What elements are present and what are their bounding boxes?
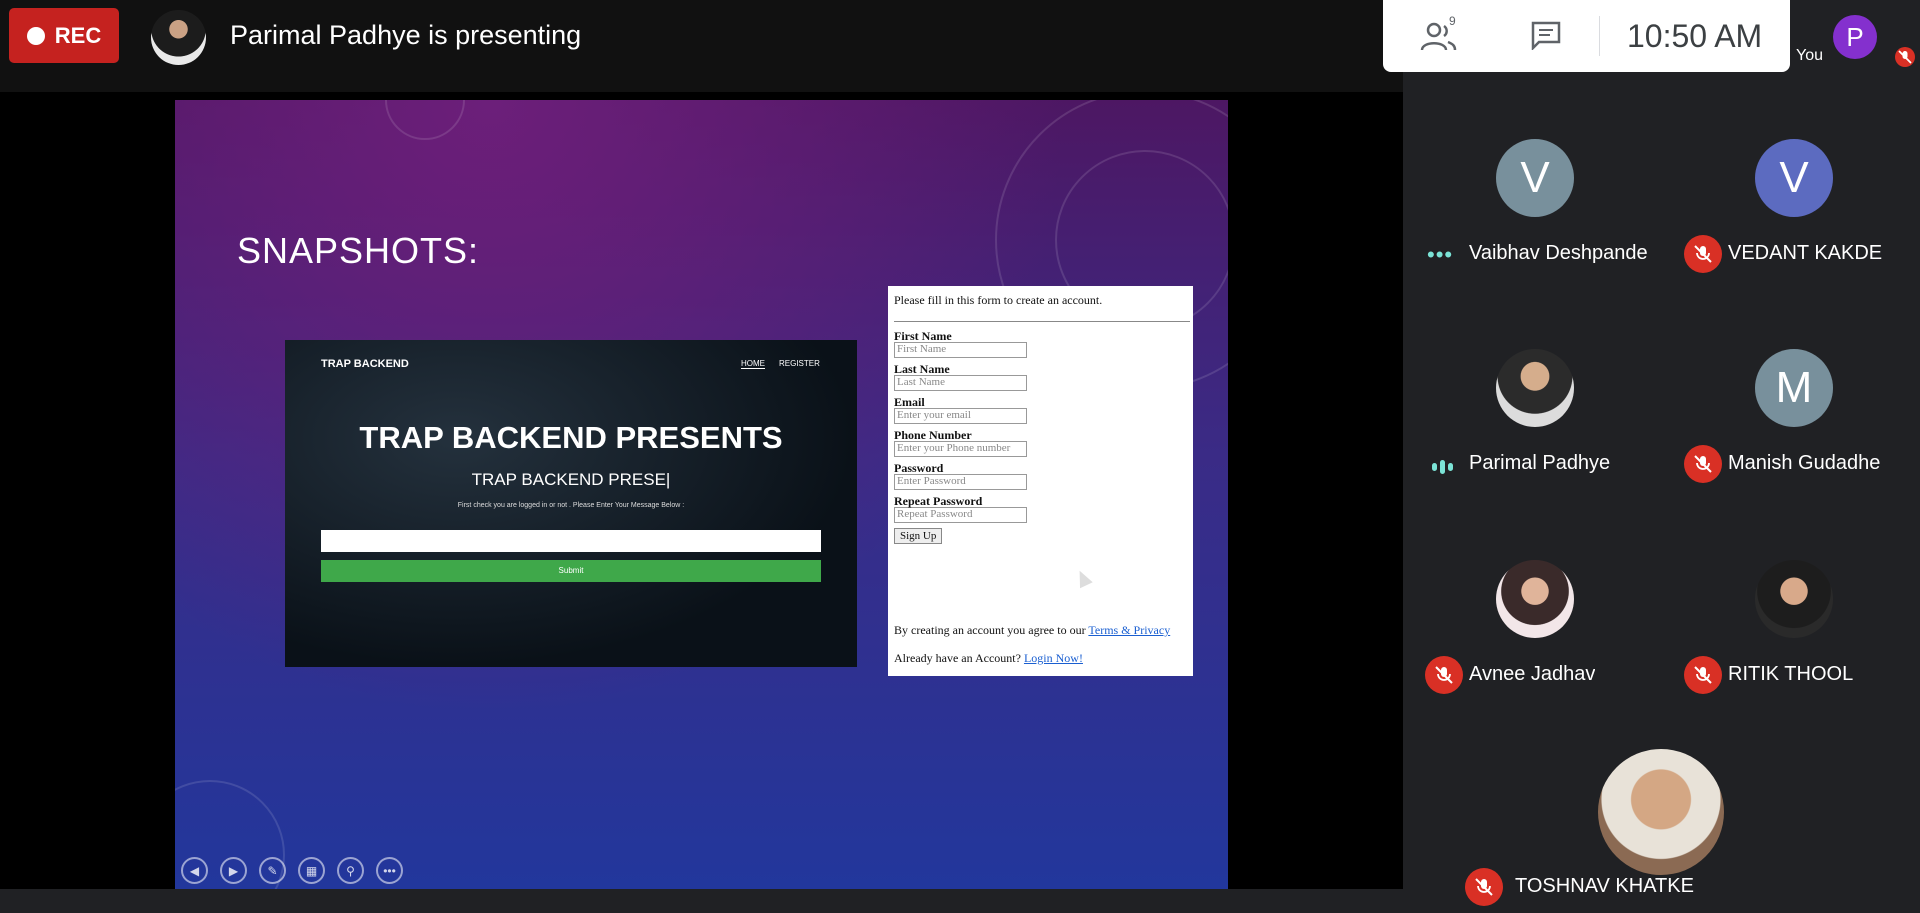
slide-title: SNAPSHOTS: — [237, 230, 480, 271]
next-slide-icon[interactable]: ▶ — [220, 857, 247, 884]
participant-name: TOSHNAV KHATKE — [1515, 875, 1694, 897]
login-link: Login Now! — [1023, 651, 1083, 665]
participant-photo — [1496, 560, 1574, 638]
terms-line: By creating an account you agree to our … — [894, 623, 1170, 638]
form-field-password: Password Enter Password — [894, 461, 1027, 490]
field-input: Repeat Password — [894, 507, 1027, 523]
participant-avatar: V — [1755, 139, 1833, 217]
previous-slide-icon[interactable]: ◀ — [181, 857, 208, 884]
self-label: You — [1796, 47, 1823, 64]
chat-icon[interactable] — [1530, 20, 1562, 50]
participant-name: Avnee Jadhav — [1469, 663, 1596, 685]
mic-off-icon — [1465, 868, 1503, 906]
form-divider — [894, 321, 1190, 322]
field-label: First Name — [894, 329, 952, 343]
shot1-nav-register: REGISTER — [779, 359, 820, 368]
participant-avatar: V — [1496, 139, 1574, 217]
people-count: 9 — [1449, 14, 1456, 28]
field-label: Email — [894, 395, 925, 409]
presenting-text: Parimal Padhye is presenting — [230, 20, 582, 50]
shot1-heading: TRAP BACKEND PRESENTS — [359, 420, 783, 455]
meeting-clock: 10:50 AM — [1627, 18, 1763, 54]
slide-grid-icon[interactable]: ▦ — [298, 857, 325, 884]
participant-tile[interactable]: Parimal Padhye — [1405, 302, 1665, 512]
participant-tile[interactable]: RITIK THOOL — [1664, 513, 1920, 723]
participant-name: Vaibhav Deshpande — [1469, 242, 1648, 264]
slide-controls: ◀ ▶ ✎ ▦ ⚲ ••• — [181, 857, 403, 884]
form-field-first-name: First Name First Name — [894, 329, 1027, 358]
participant-tile[interactable]: Avnee Jadhav — [1405, 513, 1665, 723]
participant-tile[interactable]: TOSHNAV KHATKE — [1453, 705, 1869, 913]
participant-photo — [1755, 560, 1833, 638]
form-field-last-name: Last Name Last Name — [894, 362, 1027, 391]
participant-name: Parimal Padhye — [1469, 452, 1611, 474]
participant-name: VEDANT KAKDE — [1728, 242, 1883, 264]
zoom-icon[interactable]: ⚲ — [337, 857, 364, 884]
participant-tile[interactable]: V VEDANT KAKDE — [1664, 92, 1920, 302]
pen-icon[interactable]: ✎ — [259, 857, 286, 884]
field-label: Repeat Password — [894, 494, 983, 508]
mic-off-icon — [1684, 235, 1722, 273]
participant-name: Manish Gudadhe — [1728, 452, 1881, 474]
recording-button[interactable]: REC — [9, 8, 119, 63]
mic-off-icon — [1895, 47, 1915, 67]
snapshot-signup-form: Please fill in this form to create an ac… — [888, 286, 1193, 676]
participant-photo — [1496, 349, 1574, 427]
mic-off-icon — [1684, 656, 1722, 694]
terms-text: By creating an account you agree to our — [894, 623, 1086, 637]
meeting-info-panel: 9 10:50 AM — [1383, 0, 1790, 72]
record-dot-icon — [26, 26, 45, 45]
login-line: Already have an Account? Login Now! — [894, 651, 1083, 666]
terms-link: Terms & Privacy — [1088, 623, 1171, 637]
presenter-avatar — [151, 10, 206, 65]
participant-avatar: M — [1755, 349, 1833, 427]
speaking-dots-icon: ••• — [1427, 242, 1454, 267]
snapshot-home-page: TRAP BACKEND HOME REGISTER TRAP BACKEND … — [285, 340, 857, 667]
form-field-email: Email Enter your email — [894, 395, 1027, 424]
form-field-repeat-password: Repeat Password Repeat Password — [894, 494, 1027, 523]
self-tile[interactable]: P You — [1790, 0, 1920, 72]
self-avatar: P — [1833, 15, 1877, 59]
participant-tile[interactable]: M Manish Gudadhe — [1664, 302, 1920, 512]
participant-photo — [1598, 749, 1724, 875]
field-label: Password — [894, 461, 944, 475]
field-input: Last Name — [894, 375, 1027, 391]
rec-label: REC — [54, 22, 102, 48]
more-options-icon[interactable]: ••• — [376, 857, 403, 884]
divider — [1599, 16, 1600, 56]
shot1-subheading: TRAP BACKEND PRESE| — [471, 470, 671, 489]
shot1-note: First check you are logged in or not . P… — [457, 502, 685, 509]
shot1-submit-button: Submit — [321, 560, 821, 582]
form-field-phone: Phone Number Enter your Phone number — [894, 428, 1027, 457]
meeting-top-bar: REC Parimal Padhye is presenting — [0, 0, 1403, 92]
field-label: Last Name — [894, 362, 950, 376]
login-text: Already have an Account? — [894, 651, 1021, 665]
field-label: Phone Number — [894, 428, 972, 442]
presentation-slide: SNAPSHOTS: TRAP BACKEND HOME REGISTER TR… — [175, 100, 1228, 889]
participant-name: RITIK THOOL — [1728, 663, 1854, 685]
shot1-brand: TRAP BACKEND — [321, 358, 409, 370]
field-input: Enter your Phone number — [894, 441, 1027, 457]
speaking-bars-icon — [1432, 460, 1453, 474]
shot1-message-input — [321, 530, 821, 552]
mic-off-icon — [1684, 445, 1722, 483]
mic-off-icon — [1425, 656, 1463, 694]
field-input: First Name — [894, 342, 1027, 358]
participant-tile[interactable]: V ••• Vaibhav Deshpande — [1405, 92, 1665, 302]
decor-ring — [385, 100, 465, 140]
form-intro: Please fill in this form to create an ac… — [894, 293, 1103, 307]
signup-button: Sign Up — [894, 528, 943, 544]
field-input: Enter your email — [894, 408, 1027, 424]
field-input: Enter Password — [894, 474, 1027, 490]
shot1-nav-home: HOME — [741, 359, 765, 369]
